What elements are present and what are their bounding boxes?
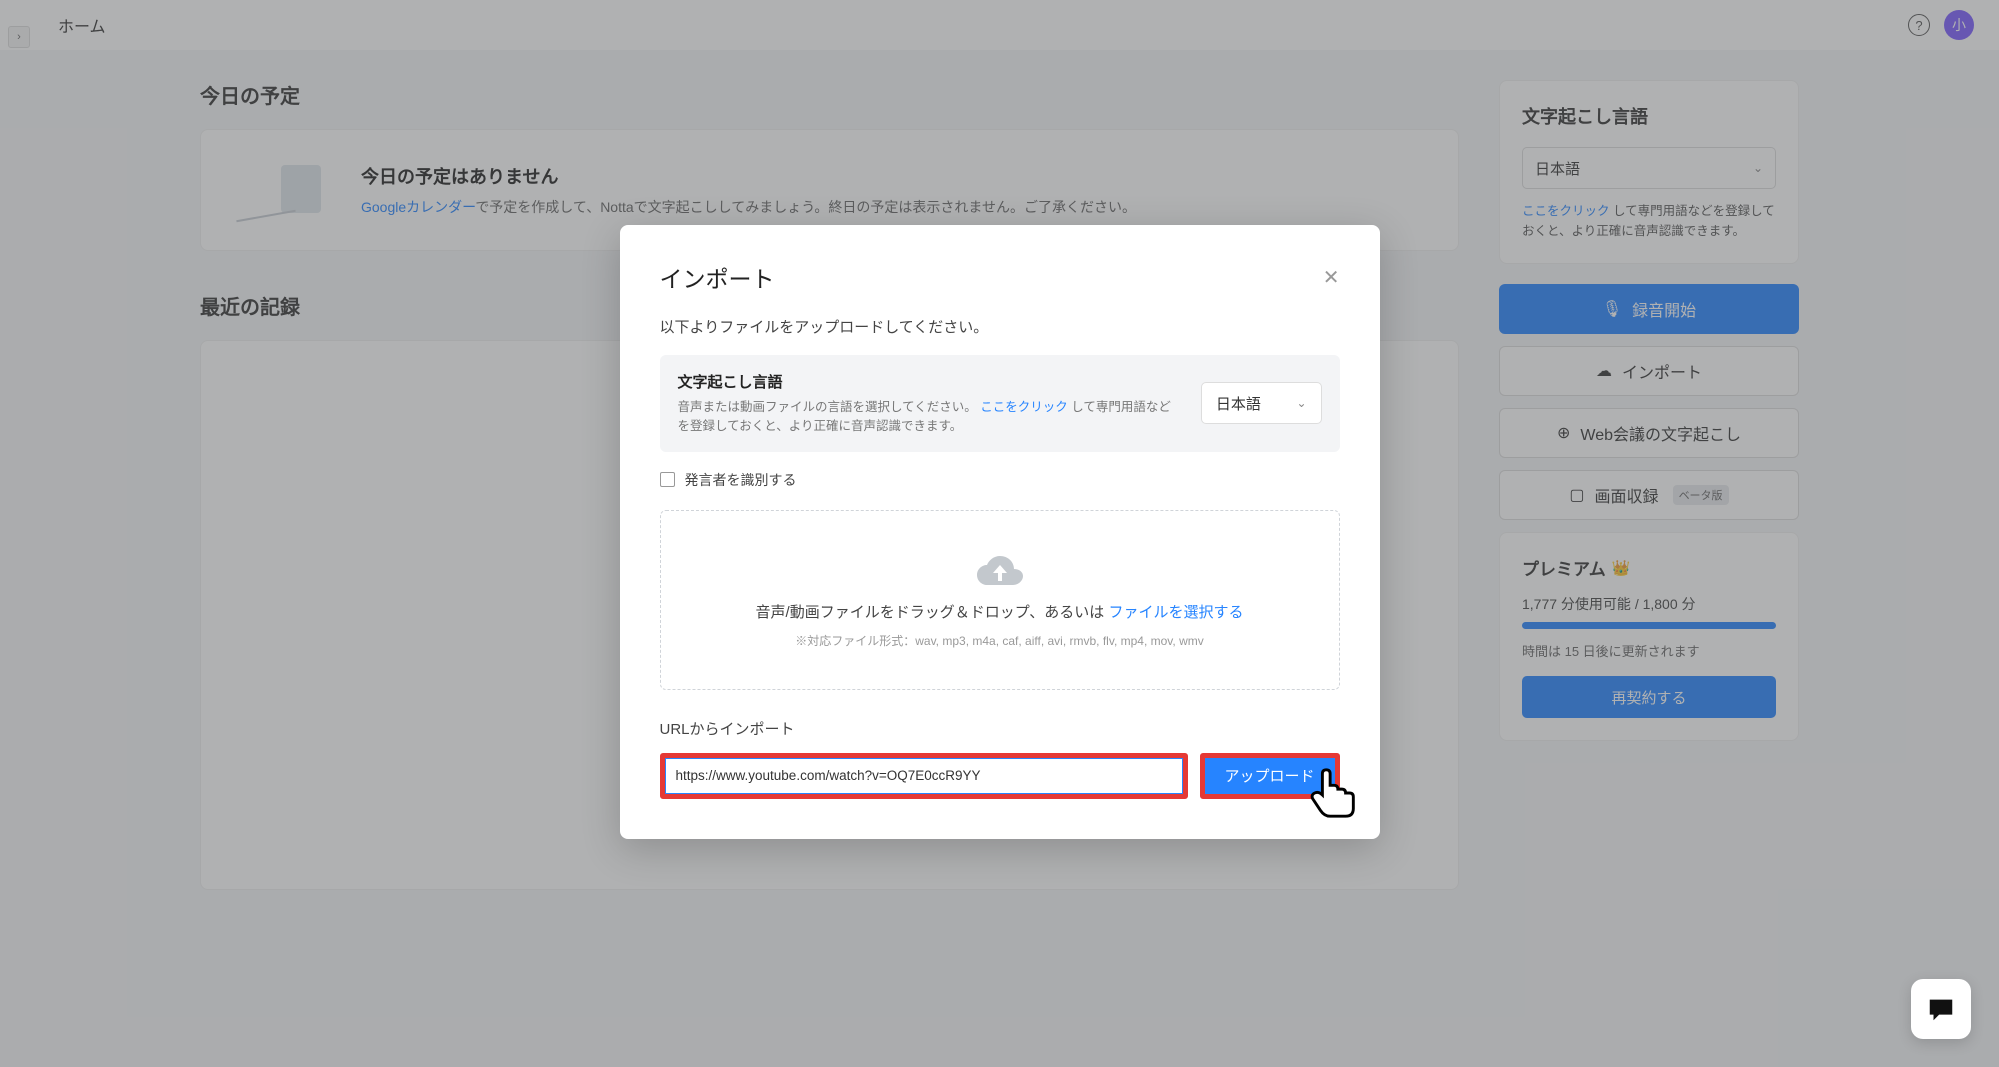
modal-title: インポート	[660, 260, 775, 294]
chat-icon	[1926, 994, 1956, 1024]
modal-lang-desc: 音声または動画ファイルの言語を選択してください。 ここをクリック して専門用語な…	[678, 398, 1181, 436]
import-modal: インポート ✕ 以下よりファイルをアップロードしてください。 文字起こし言語 音…	[620, 225, 1380, 839]
chat-fab[interactable]	[1911, 979, 1971, 1039]
speaker-checkbox-row[interactable]: 発言者を識別する	[660, 470, 1340, 490]
modal-language-select[interactable]: 日本語 ⌄	[1201, 382, 1322, 424]
modal-subtitle: 以下よりファイルをアップロードしてください。	[660, 316, 1340, 337]
dropzone-text: 音声/動画ファイルをドラッグ＆ドロップ、あるいは ファイルを選択する	[756, 601, 1244, 622]
modal-lang-title: 文字起こし言語	[678, 371, 1181, 392]
upload-button-highlight: アップロード	[1200, 753, 1340, 799]
url-section-label: URLからインポート	[660, 718, 1340, 739]
upload-button[interactable]: アップロード	[1205, 758, 1335, 794]
dropzone-formats: ※対応ファイル形式：wav, mp3, m4a, caf, aiff, avi,…	[795, 632, 1204, 649]
checkbox-icon[interactable]	[660, 472, 675, 487]
cloud-upload-icon	[977, 551, 1023, 591]
speaker-label: 発言者を識別する	[685, 470, 797, 490]
close-icon[interactable]: ✕	[1323, 265, 1340, 290]
modal-language-box: 文字起こし言語 音声または動画ファイルの言語を選択してください。 ここをクリック…	[660, 355, 1340, 452]
file-select-link[interactable]: ファイルを選択する	[1108, 604, 1243, 621]
url-input[interactable]	[665, 758, 1183, 794]
modal-vocab-link[interactable]: ここをクリック	[980, 400, 1068, 414]
url-input-highlight	[660, 753, 1188, 799]
chevron-down-icon: ⌄	[1296, 396, 1306, 410]
file-dropzone[interactable]: 音声/動画ファイルをドラッグ＆ドロップ、あるいは ファイルを選択する ※対応ファ…	[660, 510, 1340, 690]
